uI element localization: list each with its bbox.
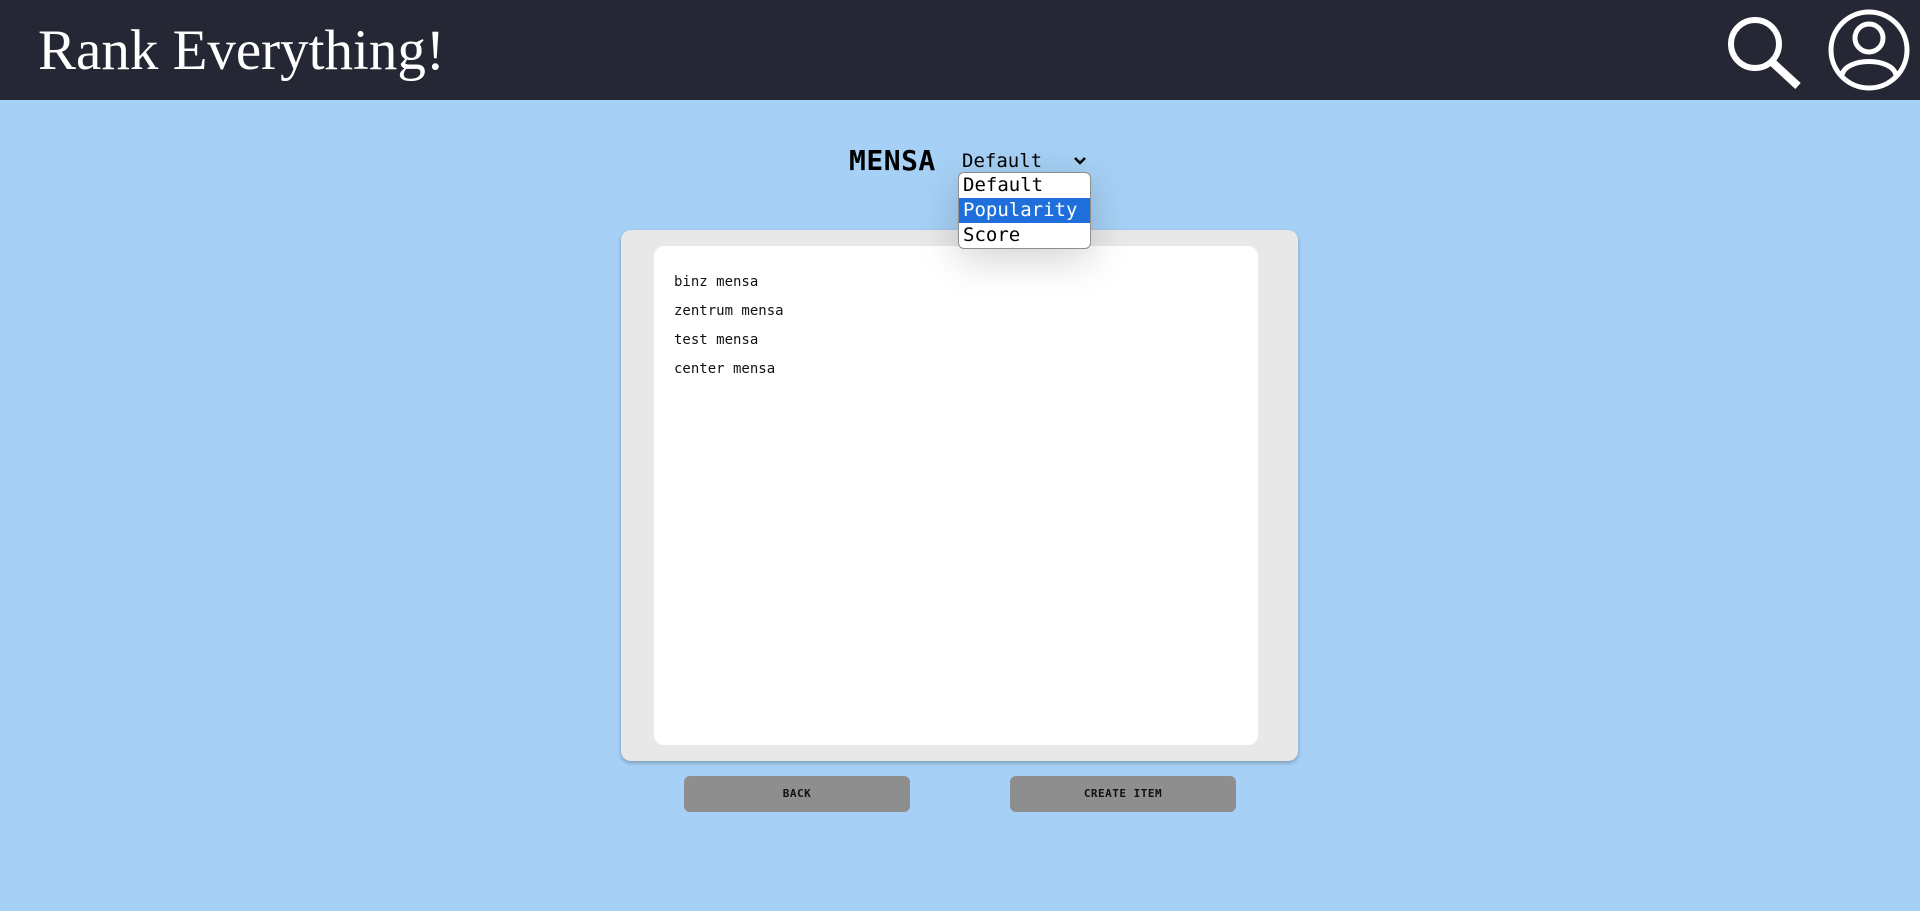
list-item[interactable]: center mensa [674,361,775,377]
chevron-down-icon [1074,157,1086,165]
list-item[interactable]: test mensa [674,332,758,348]
sort-option-score[interactable]: Score [959,223,1090,248]
account-button[interactable] [1828,9,1910,91]
sort-option-default[interactable]: Default [959,173,1090,198]
search-button[interactable] [1724,12,1804,92]
app-title[interactable]: Rank Everything! [38,14,445,88]
sort-select[interactable]: Default [958,148,1090,174]
list-item[interactable]: zentrum mensa [674,303,784,319]
search-icon [1728,17,1801,89]
user-account-icon [1828,9,1910,91]
category-title: MENSA [849,144,936,177]
create-item-button[interactable]: CREATE ITEM [1010,776,1236,812]
sort-dropdown-menu: Default Popularity Score [958,172,1091,249]
list-item[interactable]: binz mensa [674,274,758,290]
items-panel: binz mensa zentrum mensa test mensa cent… [621,230,1298,761]
items-list: binz mensa zentrum mensa test mensa cent… [654,246,1258,745]
sort-selected-value: Default [962,150,1043,172]
back-button[interactable]: BACK [684,776,910,812]
sort-option-popularity[interactable]: Popularity [959,198,1090,223]
top-navigation-bar: Rank Everything! [0,0,1920,100]
